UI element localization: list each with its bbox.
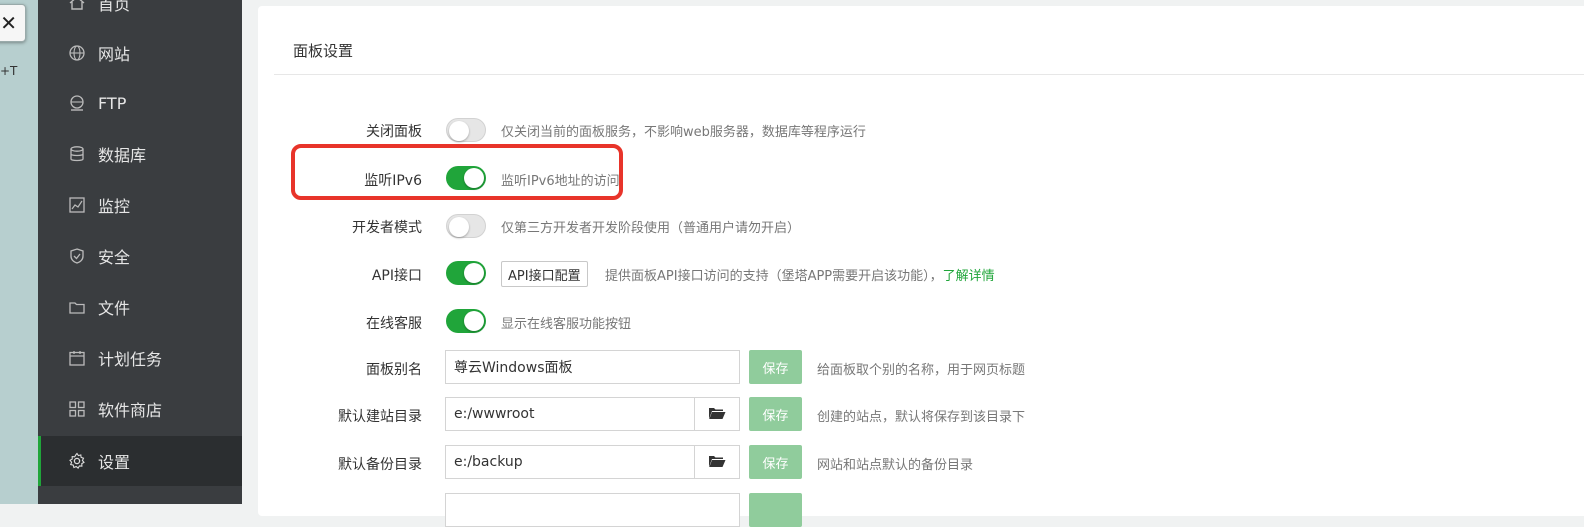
backup-dir-desc: 网站和站点默认的备份目录 — [817, 458, 974, 473]
site-dir-save-button[interactable]: 保存 — [749, 397, 802, 431]
sidebar-item-cron[interactable]: 计划任务 — [38, 333, 242, 383]
folder-open-icon — [708, 405, 726, 424]
online-service-label: 在线客服 — [366, 316, 422, 332]
next-row-save-button[interactable] — [749, 493, 802, 527]
database-icon — [68, 145, 86, 163]
sidebar-item-label: 安全 — [98, 248, 131, 267]
window-edge-strip: ✕ +T — [0, 0, 38, 504]
sidebar-item-monitor[interactable]: 监控 — [38, 180, 242, 230]
api-toggle[interactable] — [446, 261, 486, 285]
sidebar-item-label: 计划任务 — [98, 350, 163, 369]
folder-open-icon — [708, 453, 726, 472]
sidebar-item-label: 设置 — [98, 453, 131, 472]
sidebar-item-home[interactable]: 首页 — [38, 0, 242, 28]
panel-alias-desc: 给面板取个别的名称，用于网页标题 — [817, 363, 1026, 378]
sidebar-item-files[interactable]: 文件 — [38, 282, 242, 332]
close-panel-label: 关闭面板 — [366, 124, 422, 140]
sidebar-item-settings[interactable]: 设置 — [38, 436, 242, 486]
next-row-input[interactable] — [445, 493, 740, 527]
calendar-icon — [68, 349, 86, 367]
panel-alias-label: 面板别名 — [366, 362, 422, 378]
site-dir-label: 默认建站目录 — [338, 409, 422, 425]
sidebar-item-label: FTP — [98, 93, 127, 113]
panel-alias-save-button[interactable]: 保存 — [749, 350, 802, 384]
close-icon: ✕ — [0, 11, 17, 35]
home-icon — [68, 0, 86, 12]
api-desc: 提供面板API接口访问的支持（堡塔APP需要开启该功能），了解详情 — [605, 265, 995, 284]
panel-alias-input[interactable]: 尊云Windows面板 — [445, 350, 740, 384]
sidebar-item-ftp[interactable]: FTP — [38, 78, 242, 128]
strip-text: +T — [0, 64, 18, 78]
sidebar-item-security[interactable]: 安全 — [38, 231, 242, 281]
close-panel-desc: 仅关闭当前的面板服务，不影响web服务器，数据库等程序运行 — [501, 125, 866, 140]
highlight-annotation — [291, 144, 623, 200]
gear-icon — [68, 452, 86, 470]
grid-icon — [68, 400, 86, 418]
sidebar-item-label: 首页 — [98, 0, 131, 14]
sidebar-item-label: 网站 — [98, 45, 131, 64]
dev-mode-desc: 仅第三方开发者开发阶段使用（普通用户请勿开启） — [501, 221, 801, 236]
close-tab-button[interactable]: ✕ — [0, 4, 26, 42]
divider — [274, 74, 1584, 75]
backup-dir-browse-button[interactable] — [695, 445, 740, 479]
dev-mode-label: 开发者模式 — [352, 220, 422, 236]
backup-dir-input[interactable]: e:/backup — [445, 445, 695, 479]
backup-dir-label: 默认备份目录 — [338, 457, 422, 473]
sidebar-item-database[interactable]: 数据库 — [38, 129, 242, 179]
sidebar-item-label: 数据库 — [98, 146, 147, 165]
ftp-globe-icon — [68, 94, 86, 112]
online-service-desc: 显示在线客服功能按钮 — [501, 317, 632, 332]
learn-more-link[interactable]: 了解详情 — [943, 269, 995, 284]
site-dir-desc: 创建的站点，默认将保存到该目录下 — [817, 410, 1026, 425]
toggle-knob — [464, 311, 484, 331]
close-panel-toggle[interactable] — [446, 118, 486, 142]
api-desc-text: 提供面板API接口访问的支持（堡塔APP需要开启该功能）， — [605, 269, 943, 284]
shield-icon — [68, 247, 86, 265]
sidebar-item-website[interactable]: 网站 — [38, 28, 242, 78]
api-config-button[interactable]: API接口配置 — [501, 261, 588, 287]
folder-icon — [68, 298, 86, 316]
sidebar: 首页 网站 FTP 数据库 监控 安全 文件 计划任务 软件商店 设置 — [38, 0, 242, 504]
sidebar-item-label: 软件商店 — [98, 401, 163, 420]
toggle-knob — [449, 121, 469, 141]
settings-panel: 面板设置 关闭面板 仅关闭当前的面板服务，不影响web服务器，数据库等程序运行 … — [258, 6, 1584, 527]
backup-dir-save-button[interactable]: 保存 — [749, 445, 802, 479]
globe-icon — [68, 44, 86, 62]
online-service-toggle[interactable] — [446, 309, 486, 333]
sidebar-item-store[interactable]: 软件商店 — [38, 384, 242, 434]
site-dir-browse-button[interactable] — [695, 397, 740, 431]
sidebar-item-label: 文件 — [98, 299, 131, 318]
page-title: 面板设置 — [293, 42, 354, 60]
monitor-icon — [68, 196, 86, 214]
toggle-knob — [449, 217, 469, 237]
toggle-knob — [464, 263, 484, 283]
api-label: API接口 — [371, 268, 422, 284]
sidebar-item-label: 监控 — [98, 197, 131, 216]
dev-mode-toggle[interactable] — [446, 214, 486, 238]
site-dir-input[interactable]: e:/wwwroot — [445, 397, 695, 431]
